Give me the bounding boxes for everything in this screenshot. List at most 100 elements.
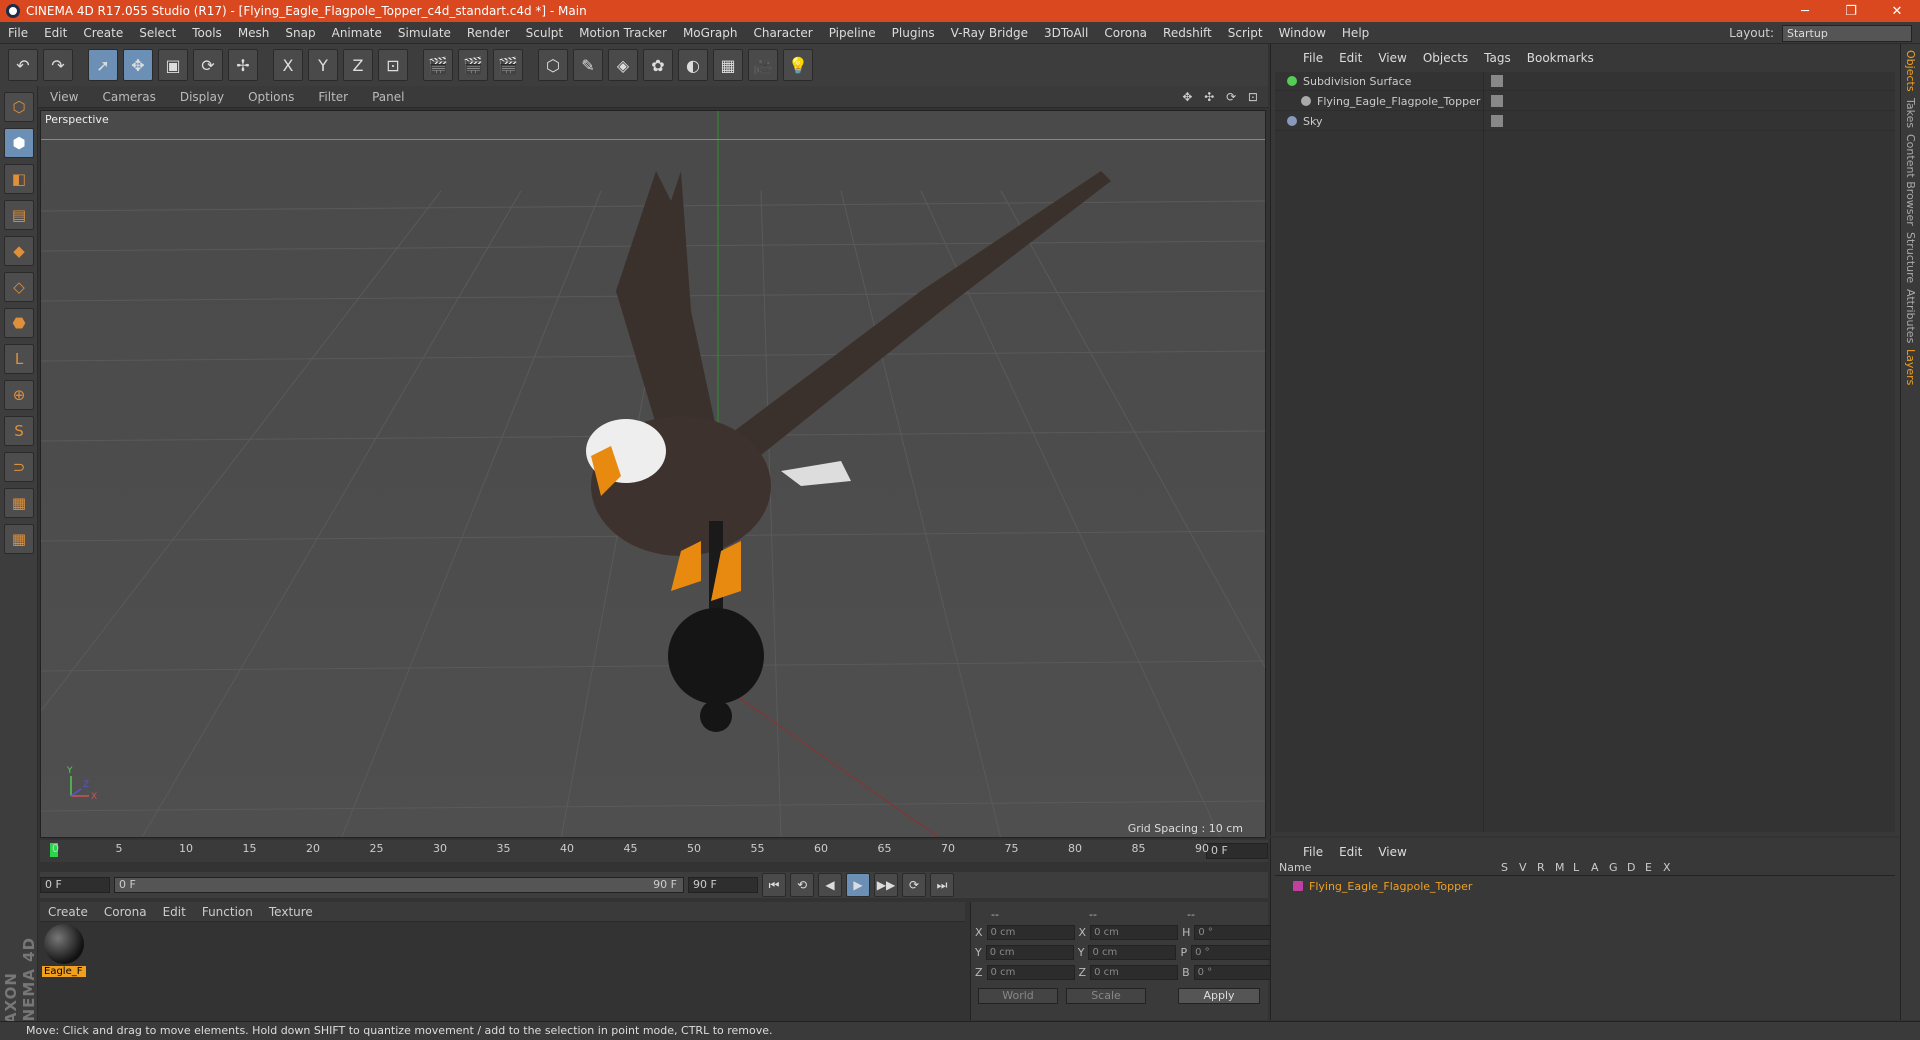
live-select-icon[interactable]: ✢ (228, 49, 258, 81)
material-eagle[interactable]: Eagle_F (42, 924, 86, 980)
undo-icon[interactable]: ↶ (8, 49, 38, 81)
material-menu-texture[interactable]: Texture (261, 905, 321, 919)
object-menu-edit[interactable]: Edit (1331, 51, 1370, 65)
coord-value-field[interactable]: 0 cm (1088, 944, 1177, 960)
menu-select[interactable]: Select (131, 26, 184, 40)
coord-value-field[interactable]: 0 cm (986, 924, 1075, 940)
object-row[interactable]: Subdivision Surface (1275, 72, 1895, 91)
menu-mesh[interactable]: Mesh (230, 26, 278, 40)
render-picture-icon[interactable]: 🎬 (458, 49, 488, 81)
menu-motion-tracker[interactable]: Motion Tracker (571, 26, 675, 40)
subdivision-icon[interactable]: ◈ (608, 49, 638, 81)
side-tab-structure[interactable]: Structure (1904, 232, 1917, 283)
pen-icon[interactable]: ✎ (573, 49, 603, 81)
coord-value-field[interactable]: 0 ° (1191, 944, 1280, 960)
left-tool-11-icon[interactable]: ▦ (4, 488, 34, 518)
visibility-toggle[interactable] (1491, 115, 1503, 127)
menu-simulate[interactable]: Simulate (390, 26, 459, 40)
side-tab-content-browser[interactable]: Content Browser (1904, 134, 1917, 226)
visibility-toggle[interactable] (1491, 95, 1503, 107)
transport-button-3[interactable]: ▶ (846, 873, 870, 897)
menu-corona[interactable]: Corona (1096, 26, 1155, 40)
scale-icon[interactable]: ▣ (158, 49, 188, 81)
menu-window[interactable]: Window (1271, 26, 1334, 40)
y-axis-icon[interactable]: Y (308, 49, 338, 81)
frame-range-slider[interactable]: 0 F 90 F (114, 877, 684, 893)
left-tool-5-icon[interactable]: ◇ (4, 272, 34, 302)
world-dropdown[interactable]: World (978, 988, 1058, 1004)
object-menu-objects[interactable]: Objects (1415, 51, 1476, 65)
z-axis-icon[interactable]: Z (343, 49, 373, 81)
left-tool-4-icon[interactable]: ◆ (4, 236, 34, 266)
minimize-button[interactable]: ─ (1782, 0, 1828, 22)
menu-create[interactable]: Create (75, 26, 131, 40)
layout-select[interactable]: Startup (1782, 24, 1912, 42)
menu-redshift[interactable]: Redshift (1155, 26, 1220, 40)
menu-mograph[interactable]: MoGraph (675, 26, 746, 40)
coord-system-icon[interactable]: ⊡ (378, 49, 408, 81)
left-tool-10-icon[interactable]: ⊃ (4, 452, 34, 482)
transport-button-5[interactable]: ⟳ (902, 873, 926, 897)
cloner-icon[interactable]: ✿ (643, 49, 673, 81)
left-tool-7-icon[interactable]: L (4, 344, 34, 374)
camera-icon[interactable]: 🎥 (748, 49, 778, 81)
menu-sculpt[interactable]: Sculpt (518, 26, 571, 40)
side-tab-takes[interactable]: Takes (1904, 98, 1917, 128)
deformer-icon[interactable]: ◐ (678, 49, 708, 81)
x-axis-icon[interactable]: X (273, 49, 303, 81)
coord-value-field[interactable]: 0 cm (985, 944, 1074, 960)
rotate-icon[interactable]: ⟳ (193, 49, 223, 81)
menu-tools[interactable]: Tools (184, 26, 230, 40)
object-row[interactable]: Sky (1275, 112, 1895, 131)
menu-animate[interactable]: Animate (324, 26, 390, 40)
menu-help[interactable]: Help (1334, 26, 1377, 40)
viewport-menu-panel[interactable]: Panel (360, 90, 416, 104)
floor-icon[interactable]: ▦ (713, 49, 743, 81)
object-menu-tags[interactable]: Tags (1476, 51, 1519, 65)
layer-row[interactable]: Flying_Eagle_Flagpole_Topper (1275, 878, 1895, 894)
end-frame-field[interactable]: 90 F (688, 877, 758, 893)
move-icon[interactable]: ✥ (123, 49, 153, 81)
viewport-nav-icons[interactable]: ✥ ✣ ⟳ ⊡ (1182, 90, 1262, 104)
left-tool-12-icon[interactable]: ▦ (4, 524, 34, 554)
object-row[interactable]: Flying_Eagle_Flagpole_Topper (1275, 92, 1895, 111)
coord-value-field[interactable]: 0 cm (1090, 924, 1179, 940)
transport-button-2[interactable]: ◀ (818, 873, 842, 897)
menu-render[interactable]: Render (459, 26, 518, 40)
menu-snap[interactable]: Snap (277, 26, 323, 40)
viewport-perspective[interactable]: Y X Z Perspective Grid Spacing : 10 cm (40, 110, 1266, 838)
close-button[interactable]: ✕ (1874, 0, 1920, 22)
transport-button-6[interactable]: ⏭ (930, 873, 954, 897)
menu-character[interactable]: Character (745, 26, 820, 40)
viewport-menu-view[interactable]: View (38, 90, 90, 104)
left-tool-1-icon[interactable]: ⬢ (4, 128, 34, 158)
menu-v-ray-bridge[interactable]: V-Ray Bridge (943, 26, 1036, 40)
coord-value-field[interactable]: 0 ° (1193, 964, 1282, 980)
scale-dropdown[interactable]: Scale (1066, 988, 1146, 1004)
object-menu-bookmarks[interactable]: Bookmarks (1519, 51, 1602, 65)
menu-plugins[interactable]: Plugins (884, 26, 943, 40)
select-icon[interactable]: ➚ (88, 49, 118, 81)
material-menu-corona[interactable]: Corona (96, 905, 155, 919)
render-settings-icon[interactable]: 🎬 (493, 49, 523, 81)
apply-button[interactable]: Apply (1178, 988, 1260, 1004)
start-frame-field[interactable]: 0 F (40, 877, 110, 893)
left-tool-2-icon[interactable]: ◧ (4, 164, 34, 194)
viewport-menu-cameras[interactable]: Cameras (90, 90, 167, 104)
left-tool-6-icon[interactable]: ⬣ (4, 308, 34, 338)
timeline[interactable]: 0 F 0 5 10 15 20 25 30 35 40 45 50 55 60 65 70 75 80 85 90 (40, 840, 1268, 862)
side-tab-layers[interactable]: Layers (1904, 349, 1917, 385)
layer-menu-view[interactable]: View (1370, 845, 1414, 859)
viewport-menu-options[interactable]: Options (236, 90, 306, 104)
coord-value-field[interactable]: 0 cm (986, 964, 1075, 980)
left-tool-9-icon[interactable]: S (4, 416, 34, 446)
current-frame-field[interactable]: 0 F (1206, 843, 1268, 859)
light-icon[interactable]: 💡 (783, 49, 813, 81)
side-tab-attributes[interactable]: Attributes (1904, 289, 1917, 343)
cube-icon[interactable]: ⬡ (538, 49, 568, 81)
viewport-menu-filter[interactable]: Filter (306, 90, 360, 104)
object-menu-view[interactable]: View (1370, 51, 1414, 65)
transport-button-4[interactable]: ▶▶ (874, 873, 898, 897)
transport-button-0[interactable]: ⏮ (762, 873, 786, 897)
material-menu-create[interactable]: Create (40, 905, 96, 919)
